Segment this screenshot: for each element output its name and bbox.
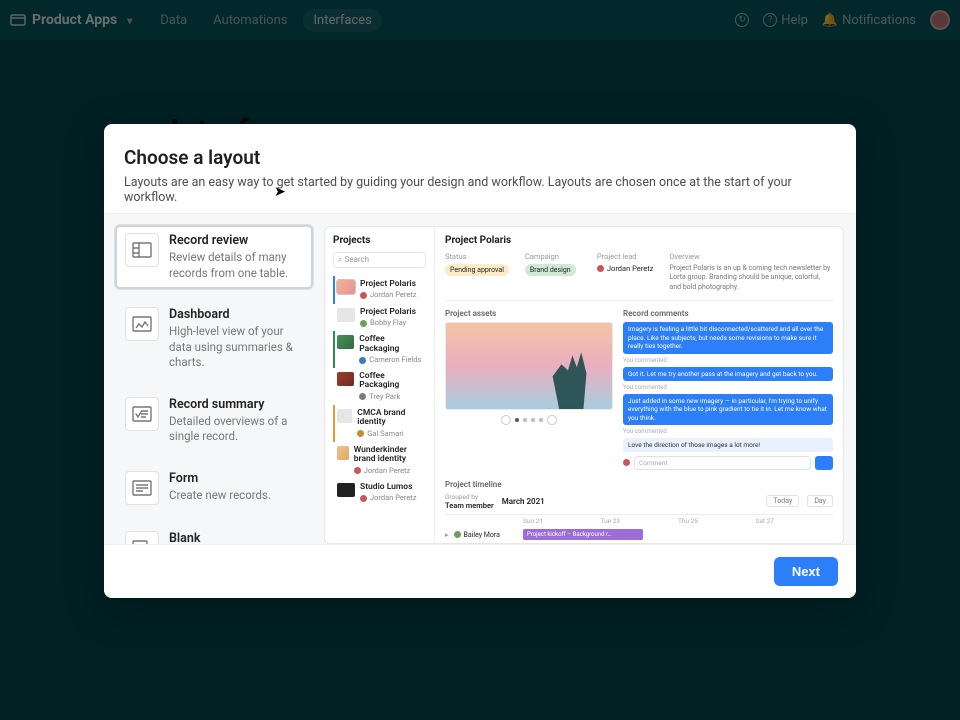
layout-option-dashboard[interactable]: Dashboard High-level view of your data u… bbox=[114, 298, 314, 380]
layout-option-record-review[interactable]: Record review Review details of many rec… bbox=[114, 224, 314, 290]
form-icon bbox=[125, 471, 159, 505]
comment-meta: You commented bbox=[623, 384, 833, 391]
grouped-by-label: Grouped by bbox=[445, 493, 494, 501]
layout-option-form[interactable]: Form Create new records. bbox=[114, 462, 314, 514]
layout-chooser-modal: Choose a layout Layouts are an easy way … bbox=[104, 124, 856, 598]
preview-project-item: Coffee PackagingTrey Park bbox=[333, 368, 426, 405]
next-button[interactable]: Next bbox=[774, 557, 838, 586]
lead-label: Project lead bbox=[597, 252, 653, 261]
preview-project-item: Project PolarisBobby Flay bbox=[333, 304, 426, 332]
prev-icon bbox=[501, 415, 511, 425]
overview-text: Project Polaris is an up & coming tech n… bbox=[669, 264, 833, 292]
dashboard-icon bbox=[125, 307, 159, 341]
modal-subtitle: Layouts are an easy way to get started b… bbox=[124, 175, 836, 205]
record-review-icon bbox=[125, 233, 159, 267]
overview-label: Overview bbox=[669, 252, 833, 261]
comments-label: Record comments bbox=[623, 309, 833, 318]
timeline-person: Bailey Mora bbox=[464, 531, 500, 539]
send-icon bbox=[815, 456, 833, 470]
modal-title: Choose a layout bbox=[124, 146, 836, 169]
layout-list: Record review Review details of many rec… bbox=[104, 214, 324, 544]
today-button: Today bbox=[766, 495, 799, 507]
modal-footer: Next bbox=[104, 544, 856, 598]
comment-bubble: Just added in some new imagery — in part… bbox=[623, 394, 833, 425]
campaign-pill: Brand design bbox=[525, 264, 576, 276]
preview-project-item: Project PolarisJordan Peretz bbox=[333, 276, 426, 304]
day-button: Day bbox=[807, 495, 833, 507]
preview-project-item: CMCA brand identityGal Samari bbox=[333, 405, 426, 442]
layout-name: Record summary bbox=[169, 397, 303, 412]
asset-image bbox=[445, 322, 613, 410]
layout-preview: Projects ⌕ Search Project PolarisJordan … bbox=[324, 214, 856, 544]
comment-input: Comment bbox=[634, 456, 811, 470]
assets-label: Project assets bbox=[445, 309, 613, 318]
campaign-label: Campaign bbox=[525, 252, 581, 261]
status-label: Status bbox=[445, 252, 509, 261]
timeline-month: March 2021 bbox=[502, 497, 545, 506]
status-pill: Pending approval bbox=[445, 264, 509, 276]
avatar bbox=[623, 459, 630, 466]
record-summary-icon bbox=[125, 397, 159, 431]
layout-option-record-summary[interactable]: Record summary Detailed overviews of a s… bbox=[114, 388, 314, 454]
grouped-by-value: Team member bbox=[445, 501, 494, 510]
projects-heading: Projects bbox=[333, 235, 426, 246]
comment-bubble: Got it. Let me try another pass at the i… bbox=[623, 367, 833, 381]
layout-desc: Review details of many records from one … bbox=[169, 250, 303, 281]
preview-project-item: Coffee PackagingCameron Fields bbox=[333, 331, 426, 368]
modal-header: Choose a layout Layouts are an easy way … bbox=[104, 124, 856, 213]
search-icon: ⌕ bbox=[338, 255, 342, 264]
timeline-bar: Project kickoff – Background r… bbox=[523, 529, 643, 540]
search-placeholder: Search bbox=[344, 255, 369, 264]
detail-title: Project Polaris bbox=[445, 235, 833, 246]
preview-timeline: Project timeline Grouped byTeam member M… bbox=[445, 480, 833, 544]
layout-desc: Create new records. bbox=[169, 488, 271, 504]
layout-name: Form bbox=[169, 471, 271, 486]
timeline-label: Project timeline bbox=[445, 480, 833, 489]
preview-detail: Project Polaris Status Pending approval C… bbox=[435, 227, 843, 543]
preview-project-list: Projects ⌕ Search Project PolarisJordan … bbox=[325, 227, 435, 543]
layout-desc: High-level view of your data using summa… bbox=[169, 324, 303, 371]
comment-meta: You commented bbox=[623, 357, 833, 364]
layout-desc: Detailed overviews of a single record. bbox=[169, 414, 303, 445]
asset-carousel bbox=[445, 415, 613, 425]
comment-bubble: Imagery is feeling a little bit disconne… bbox=[623, 322, 833, 353]
preview-project-item: Wunderkinder brand identityJordan Peretz bbox=[333, 442, 426, 479]
layout-name: Dashboard bbox=[169, 307, 303, 322]
comment-bubble: Love the direction of those images a lot… bbox=[623, 438, 833, 452]
layout-name: Record review bbox=[169, 233, 303, 248]
preview-project-item: Studio LumosJordan Peretz bbox=[333, 479, 426, 507]
preview-search: ⌕ Search bbox=[333, 252, 426, 268]
comment-meta: You commented bbox=[623, 428, 833, 435]
next-icon bbox=[547, 415, 557, 425]
lead-value: Jordan Peretz bbox=[607, 264, 653, 273]
